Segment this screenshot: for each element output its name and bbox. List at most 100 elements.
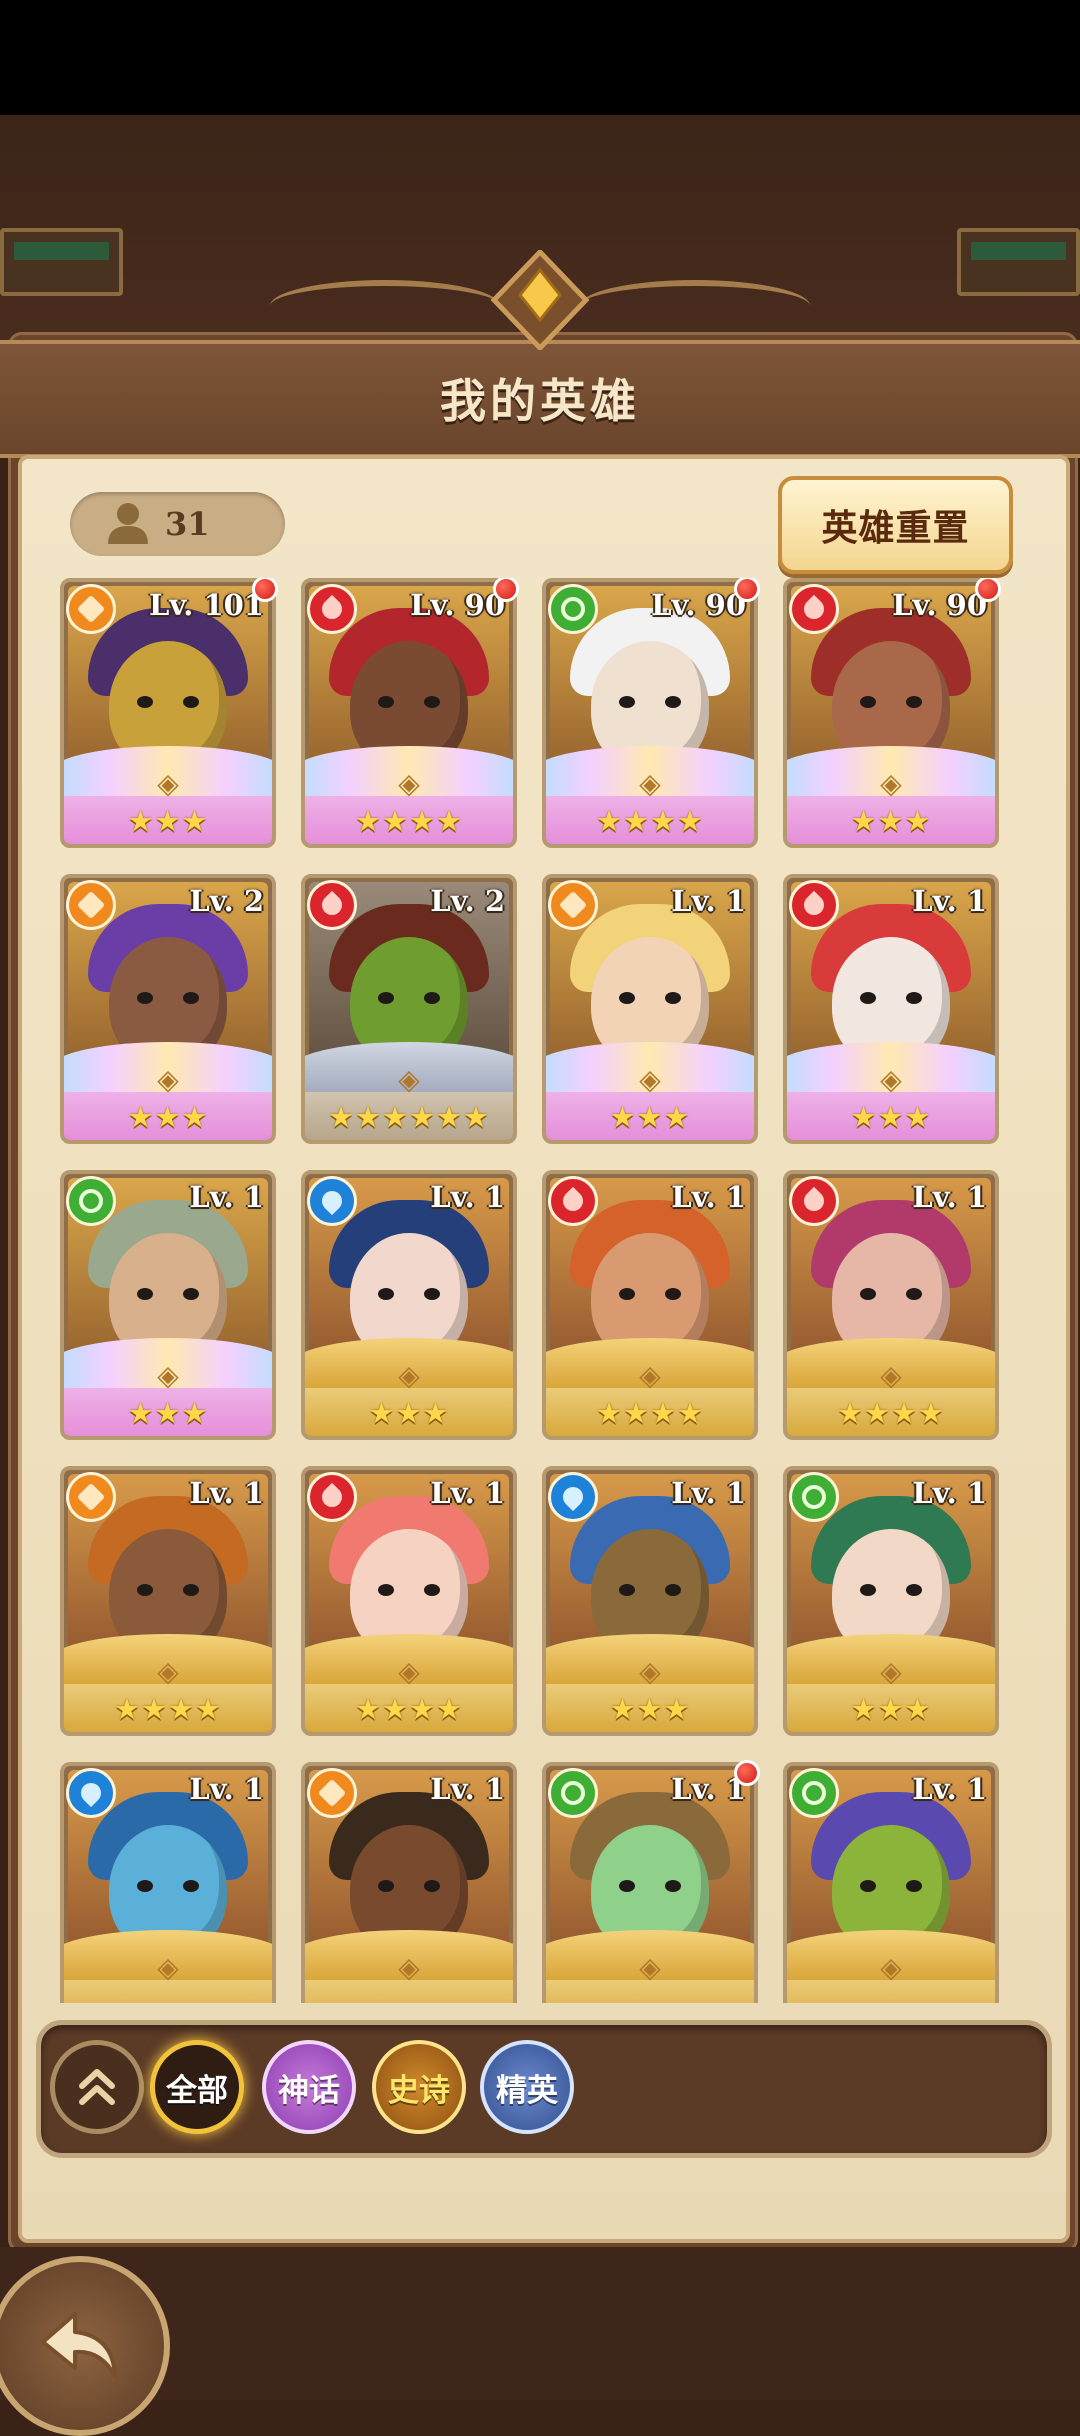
rarity-emblem-icon: ◈ [639,1951,661,1984]
hero-count: 31 [165,505,210,543]
hero-card[interactable]: ◈ ★★★★ Lv. 1 [301,1466,517,1736]
element-fire-icon [789,1176,839,1226]
hero-level: Lv. 1 [671,1476,746,1510]
hero-eyes [856,992,926,1006]
rarity-emblem-icon: ◈ [157,1063,179,1096]
hero-card[interactable]: ◈ ★★★★★★ Lv. 2 [301,874,517,1144]
hero-level: Lv. 1 [912,884,987,918]
element-nature-icon [548,1768,598,1818]
rarity-emblem-icon: ◈ [157,1655,179,1688]
hero-card[interactable]: ◈ Lv. 1 [301,1762,517,2003]
hero-level: Lv. 1 [430,1180,505,1214]
rarity-emblem-icon: ◈ [157,767,179,800]
hero-card[interactable]: ◈ ★★★ Lv. 1 [542,874,758,1144]
hero-card[interactable]: ◈ ★★★ Lv. 1 [60,1170,276,1440]
hero-card[interactable]: ◈ Lv. 1 [542,1762,758,2003]
hero-level: Lv. 1 [912,1772,987,1806]
hero-card[interactable]: ◈ ★★★ Lv. 1 [301,1170,517,1440]
hero-stars: ★★★★★★ [328,1100,490,1134]
hero-card[interactable]: ◈ ★★★★ Lv. 1 [783,1170,999,1440]
hero-level: Lv. 101 [148,588,264,622]
hero-eyes [374,1880,444,1894]
element-water-icon [66,1768,116,1818]
hero-stars: ★★★ [609,1100,691,1134]
hero-eyes [856,1288,926,1302]
hero-card[interactable]: ◈ ★★★★ Lv. 90 [301,578,517,848]
filter-elite-button[interactable]: 精英 [480,2040,574,2134]
hero-eyes [374,696,444,710]
filter-epic-button[interactable]: 史诗 [372,2040,466,2134]
hero-level: Lv. 1 [671,1180,746,1214]
hero-eyes [615,696,685,710]
element-fire-icon [548,1176,598,1226]
hero-stars: ★★★★ [596,804,704,838]
hero-stars: ★★★ [127,1100,209,1134]
rarity-emblem-icon: ◈ [880,767,902,800]
element-water-icon [548,1472,598,1522]
rarity-emblem-icon: ◈ [639,1359,661,1392]
hero-card[interactable]: ◈ ★★★ Lv. 1 [783,874,999,1144]
hero-eyes [133,992,203,1006]
rarity-emblem-icon: ◈ [639,767,661,800]
rarity-emblem-icon: ◈ [398,1359,420,1392]
hero-card[interactable]: ◈ ★★★ Lv. 1 [783,1466,999,1736]
filter-all-button[interactable]: 全部 [150,2040,244,2134]
hero-stars: ★★★★ [837,1396,945,1430]
hero-level: Lv. 1 [912,1180,987,1214]
hero-level: Lv. 1 [912,1476,987,1510]
hero-card[interactable]: ◈ Lv. 1 [783,1762,999,2003]
rarity-emblem-icon: ◈ [157,1359,179,1392]
hero-level: Lv. 1 [430,1772,505,1806]
hero-card[interactable]: ◈ Lv. 1 [60,1762,276,2003]
element-fire-icon [307,584,357,634]
element-earth-icon [66,1472,116,1522]
right-ornament [580,280,810,332]
hero-eyes [856,1880,926,1894]
rarity-emblem-icon: ◈ [880,1655,902,1688]
element-nature-icon [789,1768,839,1818]
hero-card[interactable]: ◈ ★★★★ Lv. 1 [60,1466,276,1736]
collapse-button[interactable] [50,2040,144,2134]
hero-level: Lv. 2 [430,884,505,918]
hero-eyes [374,1584,444,1598]
element-earth-icon [548,880,598,930]
rarity-emblem-icon: ◈ [398,767,420,800]
rarity-emblem-icon: ◈ [398,1655,420,1688]
hero-card[interactable]: ◈ ★★★★ Lv. 1 [542,1170,758,1440]
hero-eyes [374,1288,444,1302]
hero-stars: ★★★ [127,1396,209,1430]
hero-stars: ★★★ [850,1692,932,1726]
rarity-emblem-icon: ◈ [880,1951,902,1984]
rarity-emblem-icon: ◈ [398,1951,420,1984]
element-fire-icon [307,1472,357,1522]
hero-eyes [133,1584,203,1598]
hero-card[interactable]: ◈ ★★★ Lv. 101 [60,578,276,848]
hero-stars: ★★★★ [355,804,463,838]
double-chevron-up-icon [79,2069,115,2105]
hero-level: Lv. 90 [410,588,505,622]
hero-stars: ★★★ [368,1396,450,1430]
hero-card[interactable]: ◈ ★★★★ Lv. 90 [542,578,758,848]
element-earth-icon [66,584,116,634]
filter-mythic-button[interactable]: 神话 [262,2040,356,2134]
back-arrow-icon [41,2312,117,2378]
back-button[interactable] [0,2256,170,2436]
hero-stars: ★★★ [127,804,209,838]
hero-card[interactable]: ◈ ★★★ Lv. 90 [783,578,999,848]
hero-card[interactable]: ◈ ★★★ Lv. 2 [60,874,276,1144]
hero-card[interactable]: ◈ ★★★ Lv. 1 [542,1466,758,1736]
hero-eyes [615,1880,685,1894]
hero-stars: ★★★★ [114,1692,222,1726]
hero-eyes [615,1288,685,1302]
hero-stars: ★★★ [609,1692,691,1726]
hero-level: Lv. 1 [189,1180,264,1214]
rarity-emblem-icon: ◈ [398,1063,420,1096]
hero-eyes [856,1584,926,1598]
element-earth-icon [307,1768,357,1818]
rarity-emblem-icon: ◈ [157,1951,179,1984]
hero-stars: ★★★★ [596,1396,704,1430]
hero-reset-button[interactable]: 英雄重置 [778,476,1013,574]
crest-gem-icon [490,250,590,350]
hero-eyes [133,1880,203,1894]
element-fire-icon [789,880,839,930]
